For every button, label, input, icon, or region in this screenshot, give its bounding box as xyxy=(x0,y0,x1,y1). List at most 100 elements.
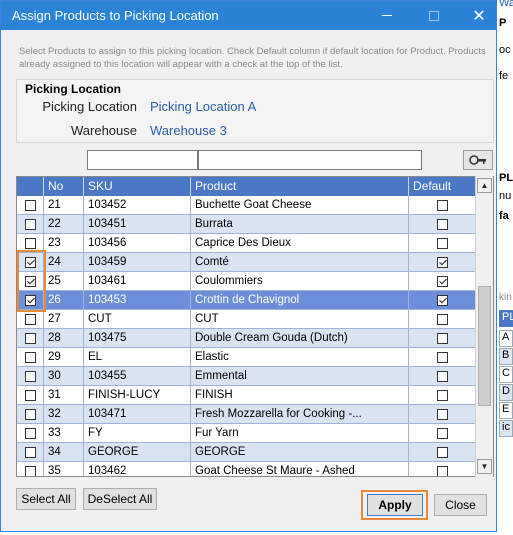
row-default-cell xyxy=(409,196,476,215)
row-sku: 103451 xyxy=(84,215,191,234)
table-row[interactable]: 30 103455 Emmental xyxy=(17,367,476,386)
header-default[interactable]: Default xyxy=(409,177,476,196)
header-sku[interactable]: SKU xyxy=(84,177,191,196)
row-select-checkbox[interactable] xyxy=(24,199,36,211)
row-default-checkbox[interactable] xyxy=(436,275,448,287)
row-product: Buchette Goat Cheese xyxy=(191,196,409,215)
row-select-checkbox[interactable] xyxy=(24,275,36,287)
title-bar[interactable]: Assign Products to Picking Location ✕ xyxy=(1,1,496,30)
row-sku: FY xyxy=(84,424,191,443)
bg-fragment: kin xyxy=(499,292,512,303)
table-row[interactable]: 29 EL Elastic xyxy=(17,348,476,367)
scroll-thumb[interactable] xyxy=(478,286,491,406)
row-default-checkbox[interactable] xyxy=(436,351,448,363)
row-product: Crottin de Chavignol xyxy=(191,291,409,310)
row-select-checkbox[interactable] xyxy=(24,237,36,249)
header-no[interactable]: No xyxy=(44,177,84,196)
row-select-checkbox[interactable] xyxy=(24,294,36,306)
deselect-all-button[interactable]: DeSelect All xyxy=(83,488,157,510)
maximize-icon[interactable] xyxy=(419,1,449,30)
row-default-checkbox[interactable] xyxy=(436,218,448,230)
picking-location-panel: Picking Location Picking Location Pickin… xyxy=(16,79,494,143)
grid-scrollbar[interactable]: ▲ ▼ xyxy=(475,176,493,477)
search-button[interactable] xyxy=(463,150,493,170)
grid-header: No SKU Product Default xyxy=(17,177,476,196)
select-all-button[interactable]: Select All xyxy=(16,488,76,510)
row-default-checkbox[interactable] xyxy=(436,199,448,211)
table-row[interactable]: 22 103451 Burrata xyxy=(17,215,476,234)
minimize-icon[interactable] xyxy=(372,1,402,30)
row-default-checkbox[interactable] xyxy=(436,313,448,325)
products-grid: No SKU Product Default 21 103452 Buchette … xyxy=(16,176,494,477)
apply-button[interactable]: Apply xyxy=(367,494,423,516)
warehouse-label: Warehouse xyxy=(71,123,137,138)
scroll-down-icon[interactable]: ▼ xyxy=(477,459,492,474)
row-default-cell xyxy=(409,310,476,329)
row-no: 28 xyxy=(44,329,84,348)
row-no: 25 xyxy=(44,272,84,291)
table-row[interactable]: 27 CUT CUT xyxy=(17,310,476,329)
table-row[interactable]: 28 103475 Double Cream Gouda (Dutch) xyxy=(17,329,476,348)
table-row[interactable]: 23 103456 Caprice Des Dieux xyxy=(17,234,476,253)
row-default-checkbox[interactable] xyxy=(436,446,448,458)
close-icon[interactable]: ✕ xyxy=(464,1,494,30)
table-row[interactable]: 31 FINISH-LUCY FINISH xyxy=(17,386,476,405)
panel-heading: Picking Location xyxy=(25,82,122,96)
table-row[interactable]: 26 103453 Crottin de Chavignol xyxy=(17,291,476,310)
row-product: Comté xyxy=(191,253,409,272)
row-select-checkbox[interactable] xyxy=(24,408,36,420)
row-product: Coulommiers xyxy=(191,272,409,291)
row-product: Fur Yarn xyxy=(191,424,409,443)
row-select-checkbox[interactable] xyxy=(24,465,36,476)
row-no: 30 xyxy=(44,367,84,386)
row-default-checkbox[interactable] xyxy=(436,294,448,306)
row-select-checkbox[interactable] xyxy=(24,427,36,439)
table-row[interactable]: 25 103461 Coulommiers xyxy=(17,272,476,291)
sku-filter-input[interactable] xyxy=(87,150,198,170)
close-button[interactable]: Close xyxy=(434,494,487,516)
table-row[interactable]: 24 103459 Comté xyxy=(17,253,476,272)
table-row[interactable]: 32 103471 Fresh Mozzarella for Cooking -..… xyxy=(17,405,476,424)
row-select-checkbox[interactable] xyxy=(24,218,36,230)
table-row[interactable]: 34 GEORGE GEORGE xyxy=(17,443,476,462)
row-select-cell xyxy=(17,348,44,367)
row-product: Elastic xyxy=(191,348,409,367)
scroll-up-icon[interactable]: ▲ xyxy=(477,178,492,193)
table-row[interactable]: 21 103452 Buchette Goat Cheese xyxy=(17,196,476,215)
row-product: GEORGE xyxy=(191,443,409,462)
bg-fragment: Wareho xyxy=(499,0,513,9)
row-select-cell xyxy=(17,405,44,424)
bg-fragment: oc xyxy=(499,44,511,56)
row-default-checkbox[interactable] xyxy=(436,237,448,249)
row-no: 24 xyxy=(44,253,84,272)
row-product: Burrata xyxy=(191,215,409,234)
row-select-cell xyxy=(17,310,44,329)
row-default-checkbox[interactable] xyxy=(436,408,448,420)
row-select-cell xyxy=(17,367,44,386)
row-select-checkbox[interactable] xyxy=(24,389,36,401)
warehouse-value: Warehouse 3 xyxy=(150,123,227,138)
row-select-cell xyxy=(17,234,44,253)
row-select-checkbox[interactable] xyxy=(24,351,36,363)
bg-cell: C xyxy=(499,366,513,383)
row-select-cell xyxy=(17,215,44,234)
row-default-checkbox[interactable] xyxy=(436,427,448,439)
table-row[interactable]: 33 FY Fur Yarn xyxy=(17,424,476,443)
row-default-checkbox[interactable] xyxy=(436,389,448,401)
row-select-checkbox[interactable] xyxy=(24,370,36,382)
header-product[interactable]: Product xyxy=(191,177,409,196)
row-default-checkbox[interactable] xyxy=(436,256,448,268)
row-default-checkbox[interactable] xyxy=(436,332,448,344)
row-default-cell xyxy=(409,348,476,367)
row-select-checkbox[interactable] xyxy=(24,256,36,268)
row-default-cell xyxy=(409,386,476,405)
product-filter-input[interactable] xyxy=(198,150,422,170)
row-default-checkbox[interactable] xyxy=(436,465,448,476)
row-product: Double Cream Gouda (Dutch) xyxy=(191,329,409,348)
row-default-checkbox[interactable] xyxy=(436,370,448,382)
row-select-cell xyxy=(17,196,44,215)
row-select-checkbox[interactable] xyxy=(24,313,36,325)
row-select-checkbox[interactable] xyxy=(24,446,36,458)
table-row[interactable]: 35 103462 Goat Cheese St Maure - Ashed xyxy=(17,462,476,476)
row-select-checkbox[interactable] xyxy=(24,332,36,344)
